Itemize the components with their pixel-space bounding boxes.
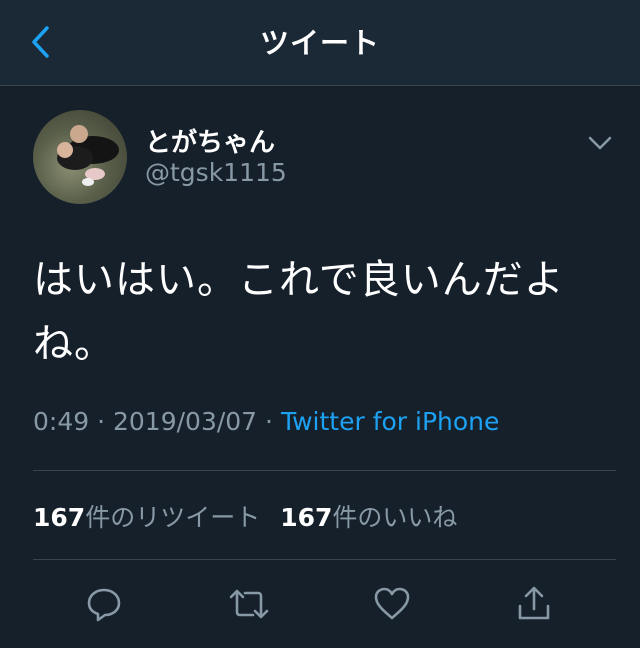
likes-stat[interactable]: 167件のいいね [280, 503, 457, 532]
like-label: 件のいいね [332, 503, 458, 532]
avatar[interactable] [33, 110, 127, 204]
share-icon [518, 586, 550, 620]
tweet-text: はいはい。これで良いんだよ ね。 [33, 248, 613, 376]
tweet-actions [0, 580, 640, 628]
retweet-button[interactable] [225, 580, 273, 628]
like-count: 167 [280, 503, 333, 532]
reply-button[interactable] [80, 580, 128, 628]
tweet-time: 0:49 [33, 407, 90, 436]
engagement-stats: 167件のリツイート 167件のいいね [33, 498, 457, 534]
share-button[interactable] [510, 580, 558, 628]
separator-dot: · [97, 407, 106, 436]
separator-dot: · [265, 407, 273, 436]
tweet-menu-button[interactable] [584, 130, 616, 156]
tweet-source-link[interactable]: Twitter for iPhone [281, 407, 499, 436]
user-handle[interactable]: @tgsk1115 [145, 158, 287, 187]
display-name[interactable]: とがちゃん [145, 122, 275, 159]
divider [33, 470, 616, 471]
navigation-bar: ツイート [0, 0, 640, 86]
heart-icon [374, 587, 410, 620]
tweet-date: 2019/03/07 [113, 407, 258, 436]
like-button[interactable] [368, 580, 416, 628]
page-title: ツイート [259, 26, 380, 60]
divider [33, 559, 616, 560]
chevron-down-icon [588, 136, 612, 150]
tweet-meta: 0:49 · 2019/03/07 · Twitter for iPhone [33, 407, 499, 436]
retweet-icon [229, 589, 269, 619]
reply-bubble-icon [87, 588, 121, 622]
retweet-label: 件のリツイート [85, 503, 261, 532]
tweet-text-line: はいはい。これで良いんだよ [33, 257, 565, 303]
retweets-stat[interactable]: 167件のリツイート [33, 503, 260, 532]
tweet-text-line: ね。 [33, 321, 115, 367]
avatar-photo [57, 125, 119, 186]
retweet-count: 167 [33, 503, 86, 532]
